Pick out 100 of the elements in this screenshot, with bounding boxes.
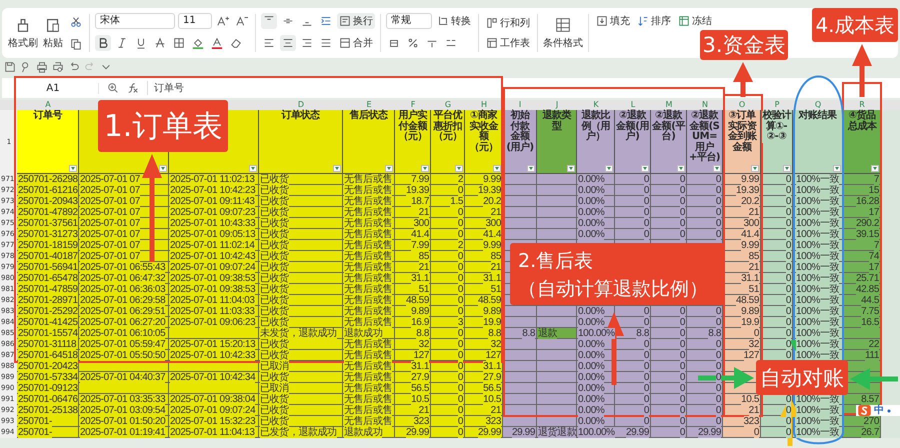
column-header: 用户实付金额（元） [396, 111, 429, 142]
column-letter[interactable]: D [298, 100, 304, 110]
column-letter[interactable]: I [518, 100, 522, 110]
print-icon[interactable] [36, 61, 48, 73]
table-cell: 0 [687, 207, 723, 218]
table-cell: 0 [651, 196, 687, 207]
column-letter[interactable]: R [859, 100, 865, 110]
table-cell: 2025-07-01 07 [79, 185, 169, 196]
fill-button[interactable]: 填充 [594, 13, 632, 29]
table-cell: 127 [465, 350, 503, 361]
table-cell: 56.5 [395, 383, 431, 394]
filter-button[interactable] [333, 165, 341, 172]
formula-input[interactable]: 订单号 [147, 81, 184, 95]
worksheet-button[interactable]: 工作表 [484, 35, 532, 51]
table-cell: 29.99 [687, 427, 723, 438]
conditional-format-button[interactable]: 条件格式 [543, 16, 583, 50]
filter-button[interactable] [641, 165, 649, 172]
filter-button[interactable] [249, 165, 257, 172]
table-cell: 3 [431, 317, 465, 328]
name-box[interactable]: A1 [8, 82, 99, 94]
merge-button[interactable]: 合并 [337, 35, 375, 51]
column-letter[interactable]: F [410, 100, 416, 110]
table-cell: 2025-07-01 06:27:20 [79, 317, 169, 328]
table-cell: 2025-07-01 11:03:33 [169, 306, 259, 317]
table-cell: 8.57 [843, 394, 881, 405]
number-format-select[interactable]: 常规 [386, 13, 432, 29]
table-cell: 250701-09123 [17, 383, 79, 394]
table-cell: 2025-07-01 15:32:23 [169, 416, 259, 427]
column-header: 订单状态 [282, 111, 320, 122]
table-cell: 0 [431, 416, 465, 427]
table-cell: 2025-07-01 10:42:34 [169, 372, 259, 383]
paste-button[interactable]: 粘贴 [43, 16, 63, 50]
table-cell: 2025-07-01 11:04:13 [169, 427, 259, 438]
table-cell: 已收货 [259, 207, 343, 218]
filter-button[interactable] [713, 165, 721, 172]
table-cell: 退款 [537, 328, 577, 339]
table-cell: 100%一致 [793, 251, 843, 262]
freeze-button[interactable]: 冻结 [676, 13, 714, 29]
rows-columns-button[interactable]: 行和列 [484, 15, 532, 31]
column-letter[interactable]: K [593, 100, 599, 110]
filter-button[interactable] [159, 165, 167, 172]
filter-button[interactable] [455, 165, 463, 172]
convert-button[interactable]: 转换 [435, 13, 473, 29]
undo-icon[interactable] [68, 61, 80, 73]
table-cell: 21 [395, 262, 431, 273]
table-cell: 已收货 [259, 372, 343, 383]
format-painter-button[interactable]: 格式刷 [8, 16, 38, 50]
print-preview-icon[interactable] [52, 61, 64, 73]
filter-button[interactable] [751, 165, 759, 172]
filter-button[interactable] [605, 165, 613, 172]
table-cell: 2025-07-01 06:10:05 [79, 328, 169, 339]
font-size-select[interactable]: 11 [178, 13, 212, 29]
table-cell: 31.1 [465, 361, 503, 372]
filter-button[interactable] [783, 165, 791, 172]
table-cell: 250701-47892 [17, 207, 79, 218]
annotation-label: 自动对账 [756, 360, 848, 395]
input-method-bar[interactable]: 中 [856, 405, 900, 416]
table-cell: 0 [431, 339, 465, 350]
table-cell [503, 317, 537, 328]
table-cell: 0 [431, 372, 465, 383]
zoom-icon[interactable] [107, 82, 119, 94]
table-cell: 0 [615, 372, 651, 383]
clipboard-icon [44, 16, 62, 34]
filter-button[interactable] [527, 165, 535, 172]
filter-button[interactable] [69, 165, 77, 172]
table-cell: 44.5 [843, 295, 881, 306]
table-cell: 无售后或售 [343, 394, 395, 405]
table-cell: 已收货 [259, 394, 343, 405]
table-cell: 0 [687, 416, 723, 427]
sort-button[interactable]: 排序 [635, 13, 673, 29]
table-cell: 41.4 [723, 229, 761, 240]
filter-button[interactable] [385, 165, 393, 172]
table-cell: 51 [465, 284, 503, 295]
column-letter[interactable]: J [556, 100, 558, 110]
filter-button[interactable] [421, 165, 429, 172]
filter-button[interactable] [871, 165, 879, 172]
filter-button[interactable] [567, 165, 575, 172]
annotation-label: 3.资金表 [700, 30, 788, 60]
filter-button[interactable] [677, 165, 685, 172]
font-name-select[interactable]: 宋体 [95, 13, 175, 29]
table-cell: 0.00% [577, 394, 615, 405]
save-icon[interactable] [4, 61, 16, 73]
table-cell: 已收货 [259, 262, 343, 273]
table-cell: 42.85 [843, 284, 881, 295]
table-cell: 56.5 [465, 383, 503, 394]
align-top-icon[interactable] [261, 13, 277, 29]
table-cell: 100%一致 [793, 262, 843, 273]
table-cell: 2025-07-01 04:40:37 [79, 372, 169, 383]
align-center-icon[interactable] [280, 35, 296, 51]
table-cell: 0 [431, 262, 465, 273]
table-cell: 0 [687, 174, 723, 185]
table-cell: 21 [465, 262, 503, 273]
filter-button[interactable] [493, 165, 501, 172]
bold-icon[interactable] [95, 35, 111, 51]
table-cell: 19.39 [465, 185, 503, 196]
filter-button[interactable] [833, 165, 841, 172]
ime-mode[interactable]: 中 [874, 405, 884, 416]
column-letter[interactable]: L [630, 100, 636, 110]
wrap-text-button[interactable]: 换行 [337, 13, 375, 29]
function-icon[interactable] [127, 82, 139, 94]
